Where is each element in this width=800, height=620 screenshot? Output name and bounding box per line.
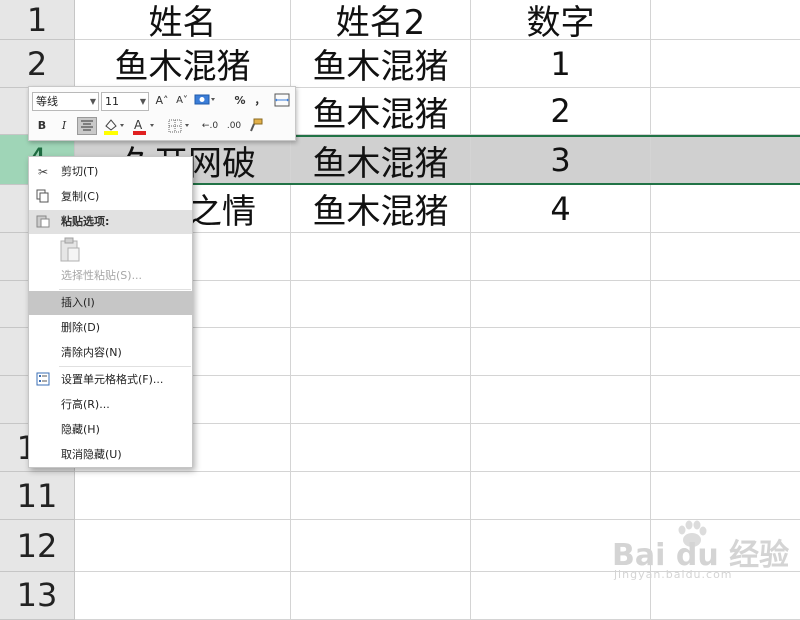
mini-toolbar: 等线 ▼ 11 ▼ A˄ A˅ % ， B I A ←.0 .00 (28, 86, 296, 141)
cell-A2[interactable]: 鱼木混猪 (75, 40, 291, 87)
table-cell[interactable] (291, 424, 471, 471)
menu-separator (59, 366, 191, 367)
fill-color-icon[interactable] (101, 117, 127, 135)
scissors-icon: ✂ (37, 165, 49, 179)
table-row (75, 472, 800, 520)
cell-C4[interactable]: 3 (471, 137, 651, 183)
menu-item-label: 清除内容(N) (61, 346, 122, 359)
table-cell[interactable] (75, 520, 291, 571)
menu-item-unhide[interactable]: 取消隐藏(U) (29, 443, 192, 467)
paste-clipboard-icon[interactable] (59, 237, 81, 263)
row-header-13[interactable]: 13 (0, 572, 75, 620)
menu-item-hide[interactable]: 隐藏(H) (29, 418, 192, 442)
cell-D1[interactable] (651, 0, 800, 39)
cell-C3[interactable]: 2 (471, 88, 651, 134)
menu-section-paste-options: 粘贴选项: (29, 210, 192, 234)
cell-C1[interactable]: 数字 (471, 0, 651, 39)
table-cell[interactable] (75, 572, 291, 619)
menu-item-label: 取消隐藏(U) (61, 448, 122, 461)
cell-D3[interactable] (651, 88, 800, 134)
row-header-12[interactable]: 12 (0, 520, 75, 572)
cell-B4[interactable]: 鱼木混猪 (291, 137, 471, 183)
table-row: 姓名 姓名2 数字 (75, 0, 800, 40)
font-size-value: 11 (105, 95, 119, 108)
menu-item-label: 隐藏(H) (61, 423, 100, 436)
merge-icon[interactable] (273, 92, 291, 110)
menu-item-cut[interactable]: ✂ 剪切(T) (29, 160, 192, 184)
table-cell[interactable] (291, 572, 471, 619)
bold-icon[interactable]: B (33, 117, 51, 135)
font-name-value: 等线 (36, 95, 58, 108)
font-size-combo[interactable]: 11 ▼ (101, 92, 149, 111)
menu-item-label: 行高(R)... (61, 398, 110, 411)
menu-item-label: 剪切(T) (61, 165, 99, 178)
cell-D4[interactable] (651, 137, 800, 183)
menu-item-paste-special[interactable]: 选择性粘贴(S)... (29, 264, 192, 288)
menu-item-label: 插入(I) (61, 296, 95, 309)
table-cell[interactable] (471, 424, 651, 471)
cell-C5[interactable]: 4 (471, 185, 651, 232)
row-header-1[interactable]: 1 (0, 0, 75, 40)
table-cell[interactable] (471, 281, 651, 327)
context-menu: ✂ 剪切(T) 复制(C) 粘贴选项: 选择性粘贴(S)... 插入(I) 删除… (28, 156, 193, 468)
format-painter-icon[interactable] (247, 117, 265, 135)
menu-item-copy[interactable]: 复制(C) (29, 185, 192, 209)
shrink-font-icon[interactable]: A˅ (173, 92, 191, 110)
table-cell[interactable] (291, 233, 471, 280)
cell-B3[interactable]: 鱼木混猪 (291, 88, 471, 134)
row-header-2[interactable]: 2 (0, 40, 75, 88)
cell-D5[interactable] (651, 185, 800, 232)
table-cell[interactable] (471, 376, 651, 423)
cell-B2[interactable]: 鱼木混猪 (291, 40, 471, 87)
menu-item-label: 选择性粘贴(S)... (61, 269, 143, 282)
table-cell[interactable] (291, 328, 471, 375)
percent-icon[interactable]: % (231, 92, 249, 110)
grow-font-icon[interactable]: A˄ (153, 92, 171, 110)
font-name-combo[interactable]: 等线 ▼ (32, 92, 99, 111)
font-color-icon[interactable]: A (131, 117, 157, 135)
table-cell[interactable] (291, 472, 471, 519)
italic-icon[interactable]: I (55, 117, 73, 135)
table-row: 鱼木混猪 鱼木混猪 1 (75, 40, 800, 88)
table-cell[interactable] (291, 281, 471, 327)
table-cell[interactable] (471, 233, 651, 280)
table-cell[interactable] (291, 376, 471, 423)
table-cell[interactable] (471, 472, 651, 519)
increase-decimal-icon[interactable]: .00 (223, 117, 245, 135)
menu-item-row-height[interactable]: 行高(R)... (29, 393, 192, 417)
format-cells-icon (35, 372, 51, 388)
menu-item-clear-contents[interactable]: 清除内容(N) (29, 341, 192, 365)
table-cell[interactable] (75, 472, 291, 519)
menu-separator (59, 289, 191, 290)
table-cell[interactable] (291, 520, 471, 571)
borders-icon[interactable] (167, 117, 193, 135)
menu-item-label: 删除(D) (61, 321, 101, 334)
decrease-decimal-icon[interactable]: ←.0 (199, 117, 221, 135)
menu-item-delete[interactable]: 删除(D) (29, 316, 192, 340)
currency-icon[interactable] (193, 92, 217, 110)
table-cell[interactable] (471, 328, 651, 375)
cell-D2[interactable] (651, 40, 800, 87)
paste-icon (35, 214, 51, 230)
cell-B1[interactable]: 姓名2 (291, 0, 471, 39)
menu-item-label: 复制(C) (61, 190, 100, 203)
cell-A1[interactable]: 姓名 (75, 0, 291, 39)
cell-C2[interactable]: 1 (471, 40, 651, 87)
cell-B5[interactable]: 鱼木混猪 (291, 185, 471, 232)
baidu-jingyan-watermark: Bai du 经验 jingyan.baidu.com (612, 520, 792, 590)
svg-text:A: A (134, 118, 143, 132)
menu-item-label: 设置单元格格式(F)... (61, 373, 164, 386)
copy-icon (35, 189, 51, 205)
watermark-url: jingyan.baidu.com (614, 568, 733, 581)
align-center-icon[interactable] (77, 117, 97, 135)
chevron-down-icon: ▼ (89, 97, 96, 106)
comma-icon[interactable]: ， (251, 92, 269, 110)
menu-item-insert[interactable]: 插入(I) (29, 291, 192, 315)
menu-item-format-cells[interactable]: 设置单元格格式(F)... (29, 368, 192, 392)
menu-section-label: 粘贴选项: (61, 215, 110, 228)
chevron-down-icon: ▼ (139, 97, 146, 106)
row-header-11[interactable]: 11 (0, 472, 75, 520)
